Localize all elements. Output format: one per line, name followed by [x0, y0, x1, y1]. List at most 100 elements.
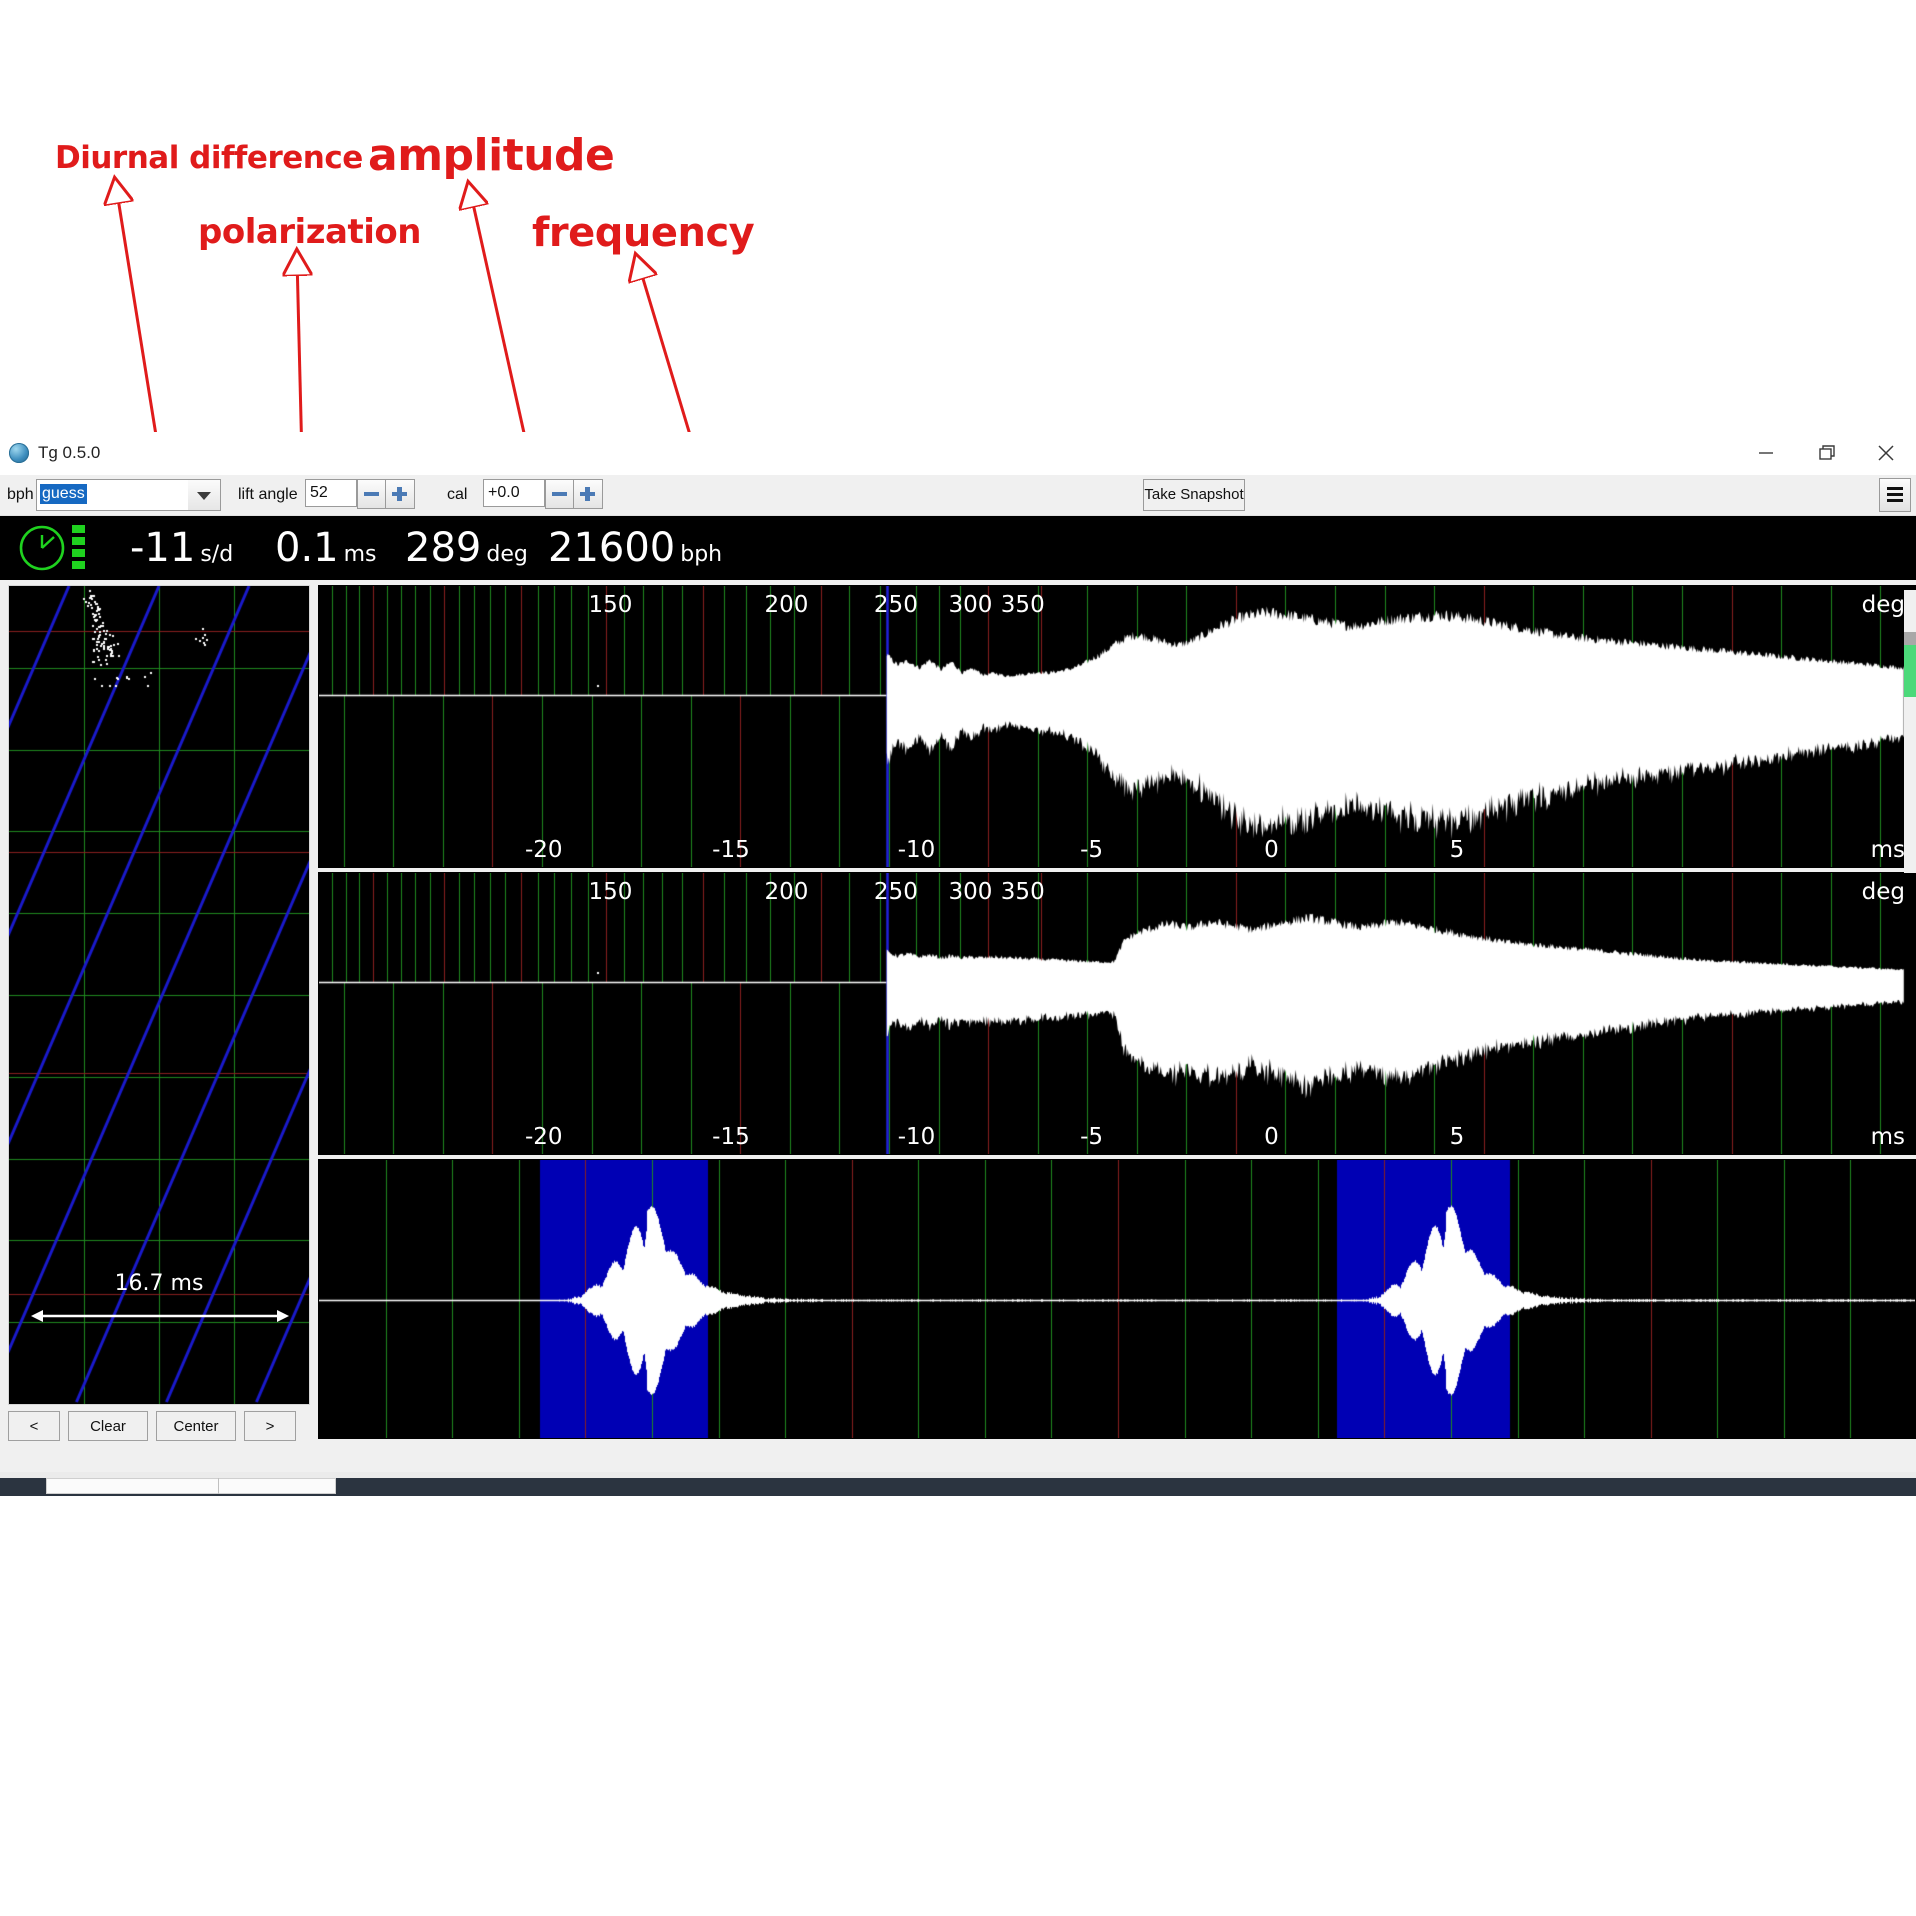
- bph-label: bph: [7, 486, 34, 503]
- annotation-frequency: frequency: [532, 210, 755, 256]
- tick-label: 200: [764, 879, 809, 905]
- minus-icon: [552, 492, 567, 496]
- content-area: 16.7 ms < Clear Center > deg ms 150 200 2: [0, 580, 1916, 1460]
- tick-label: 250: [873, 879, 918, 905]
- taskbar-separator: [218, 1478, 219, 1494]
- clear-button[interactable]: Clear: [68, 1411, 148, 1441]
- hamburger-icon-line2: [1887, 493, 1903, 496]
- rate-readout: -11 s/d: [130, 516, 233, 580]
- amplitude-waveform-bottom-chart[interactable]: deg ms 150 200 250 300 350 -20 -15 -10 -5 0 5: [318, 872, 1916, 1155]
- scrollbar-cap: [1904, 632, 1916, 645]
- beat-error-value: 0.1: [275, 525, 339, 571]
- bph-input[interactable]: guess: [36, 479, 190, 511]
- bph-readout: 21600 bph: [548, 516, 722, 580]
- lift-angle-increment-button[interactable]: [385, 479, 415, 509]
- minimize-icon: [1759, 452, 1773, 454]
- tick-label: 200: [764, 592, 809, 618]
- lift-angle-decrement-button[interactable]: [357, 479, 387, 509]
- tick-label: 300: [948, 879, 993, 905]
- tick-trace-panel: 16.7 ms < Clear Center >: [8, 585, 310, 1441]
- top-chart-x-unit: ms: [1870, 837, 1905, 863]
- amplitude-top-canvas: [319, 586, 1905, 867]
- double-arrow-icon: [31, 1310, 289, 1322]
- rate-value: -11: [130, 525, 196, 571]
- toolbar: bph guess lift angle 52 cal +0.0 Take Sn…: [0, 475, 1916, 516]
- tick-label: -20: [525, 1124, 563, 1150]
- raw-signal-canvas: [319, 1160, 1915, 1438]
- plus-icon-vertical: [397, 487, 402, 501]
- taskbar-window-item[interactable]: [46, 1478, 336, 1494]
- scrollbar-thumb[interactable]: [1904, 645, 1916, 697]
- mid-chart-x-unit: ms: [1870, 1124, 1905, 1150]
- tick-label: -10: [897, 837, 936, 863]
- lift-angle-input[interactable]: 52: [305, 479, 357, 507]
- chevron-down-icon: [197, 492, 211, 500]
- amplitude-bottom-canvas: [319, 873, 1905, 1154]
- signal-strength-icon: [72, 525, 86, 571]
- rate-unit: s/d: [200, 542, 234, 567]
- previous-button[interactable]: <: [8, 1411, 60, 1441]
- tick-label: 5: [1449, 1124, 1465, 1150]
- amplitude-value: 289: [405, 525, 482, 571]
- lift-angle-label: lift angle: [238, 486, 298, 503]
- plus-icon-vertical: [585, 487, 590, 501]
- tick-label: -20: [525, 837, 563, 863]
- tick-label: 300: [948, 592, 993, 618]
- amplitude-waveform-top-chart[interactable]: deg ms 150 200 250 300 350 -20 -15 -10 -5 0 5: [318, 585, 1916, 868]
- tick-label: 250: [873, 592, 918, 618]
- next-button[interactable]: >: [244, 1411, 296, 1441]
- take-snapshot-button[interactable]: Take Snapshot: [1143, 479, 1245, 511]
- tick-label: 350: [1000, 879, 1045, 905]
- cal-decrement-button[interactable]: [545, 479, 575, 509]
- tick-label: -5: [1080, 1124, 1104, 1150]
- menu-button[interactable]: [1879, 478, 1911, 512]
- annotation-polarization: polarization: [198, 212, 421, 252]
- title-bar: Tg 0.5.0: [0, 432, 1916, 475]
- annotation-amplitude: amplitude: [368, 130, 615, 181]
- bph-readout-value: 21600: [548, 525, 676, 571]
- clock-icon: [19, 525, 65, 571]
- minimize-button[interactable]: [1736, 432, 1796, 474]
- close-icon: [1878, 445, 1894, 461]
- raw-signal-chart[interactable]: [318, 1159, 1916, 1439]
- span-label: 16.7 ms: [114, 1271, 204, 1296]
- tick-label: 0: [1264, 1124, 1279, 1150]
- close-button[interactable]: [1856, 432, 1916, 474]
- vertical-scrollbar[interactable]: [1904, 590, 1916, 873]
- charts-column: deg ms 150 200 250 300 350 -20 -15 -10 -5 0 5 deg…: [318, 585, 1916, 1441]
- bph-dropdown-button[interactable]: [188, 479, 221, 511]
- tick-label: -5: [1080, 837, 1104, 863]
- top-chart-y-unit: deg: [1861, 592, 1905, 618]
- tick-label: -15: [712, 837, 750, 863]
- tick-label: 5: [1449, 837, 1465, 863]
- cal-label: cal: [447, 486, 468, 503]
- hamburger-icon-line3: [1887, 499, 1903, 502]
- amplitude-unit: deg: [486, 542, 528, 567]
- beat-error-readout: 0.1 ms: [275, 516, 377, 580]
- tick-trace-chart[interactable]: 16.7 ms: [8, 585, 310, 1405]
- app-globe-icon: [9, 443, 29, 463]
- cal-input[interactable]: +0.0: [483, 479, 545, 507]
- amplitude-readout: 289 deg: [405, 516, 528, 580]
- application-window: Tg 0.5.0 bph guess lift angle 52 cal +0.…: [0, 432, 1916, 1480]
- maximize-button[interactable]: [1796, 432, 1856, 474]
- bph-value: guess: [40, 484, 87, 504]
- tick-trace-button-row: < Clear Center >: [8, 1411, 310, 1441]
- beat-error-unit: ms: [343, 542, 377, 567]
- tick-label: 150: [588, 592, 633, 618]
- tick-label: -10: [897, 1124, 936, 1150]
- readout-bar: -11 s/d 0.1 ms 289 deg 21600 bph: [0, 516, 1916, 580]
- mid-chart-y-unit: deg: [1861, 879, 1905, 905]
- tick-label: -15: [712, 1124, 750, 1150]
- annotation-diurnal-difference: Diurnal difference: [55, 140, 363, 176]
- maximize-icon: [1819, 445, 1835, 460]
- center-button[interactable]: Center: [156, 1411, 236, 1441]
- bph-readout-unit: bph: [680, 542, 723, 567]
- tick-label: 150: [588, 879, 633, 905]
- window-title: Tg 0.5.0: [38, 443, 101, 462]
- hamburger-icon: [1887, 487, 1903, 490]
- minus-icon: [364, 492, 379, 496]
- tick-label: 350: [1000, 592, 1045, 618]
- tick-label: 0: [1264, 837, 1279, 863]
- cal-increment-button[interactable]: [573, 479, 603, 509]
